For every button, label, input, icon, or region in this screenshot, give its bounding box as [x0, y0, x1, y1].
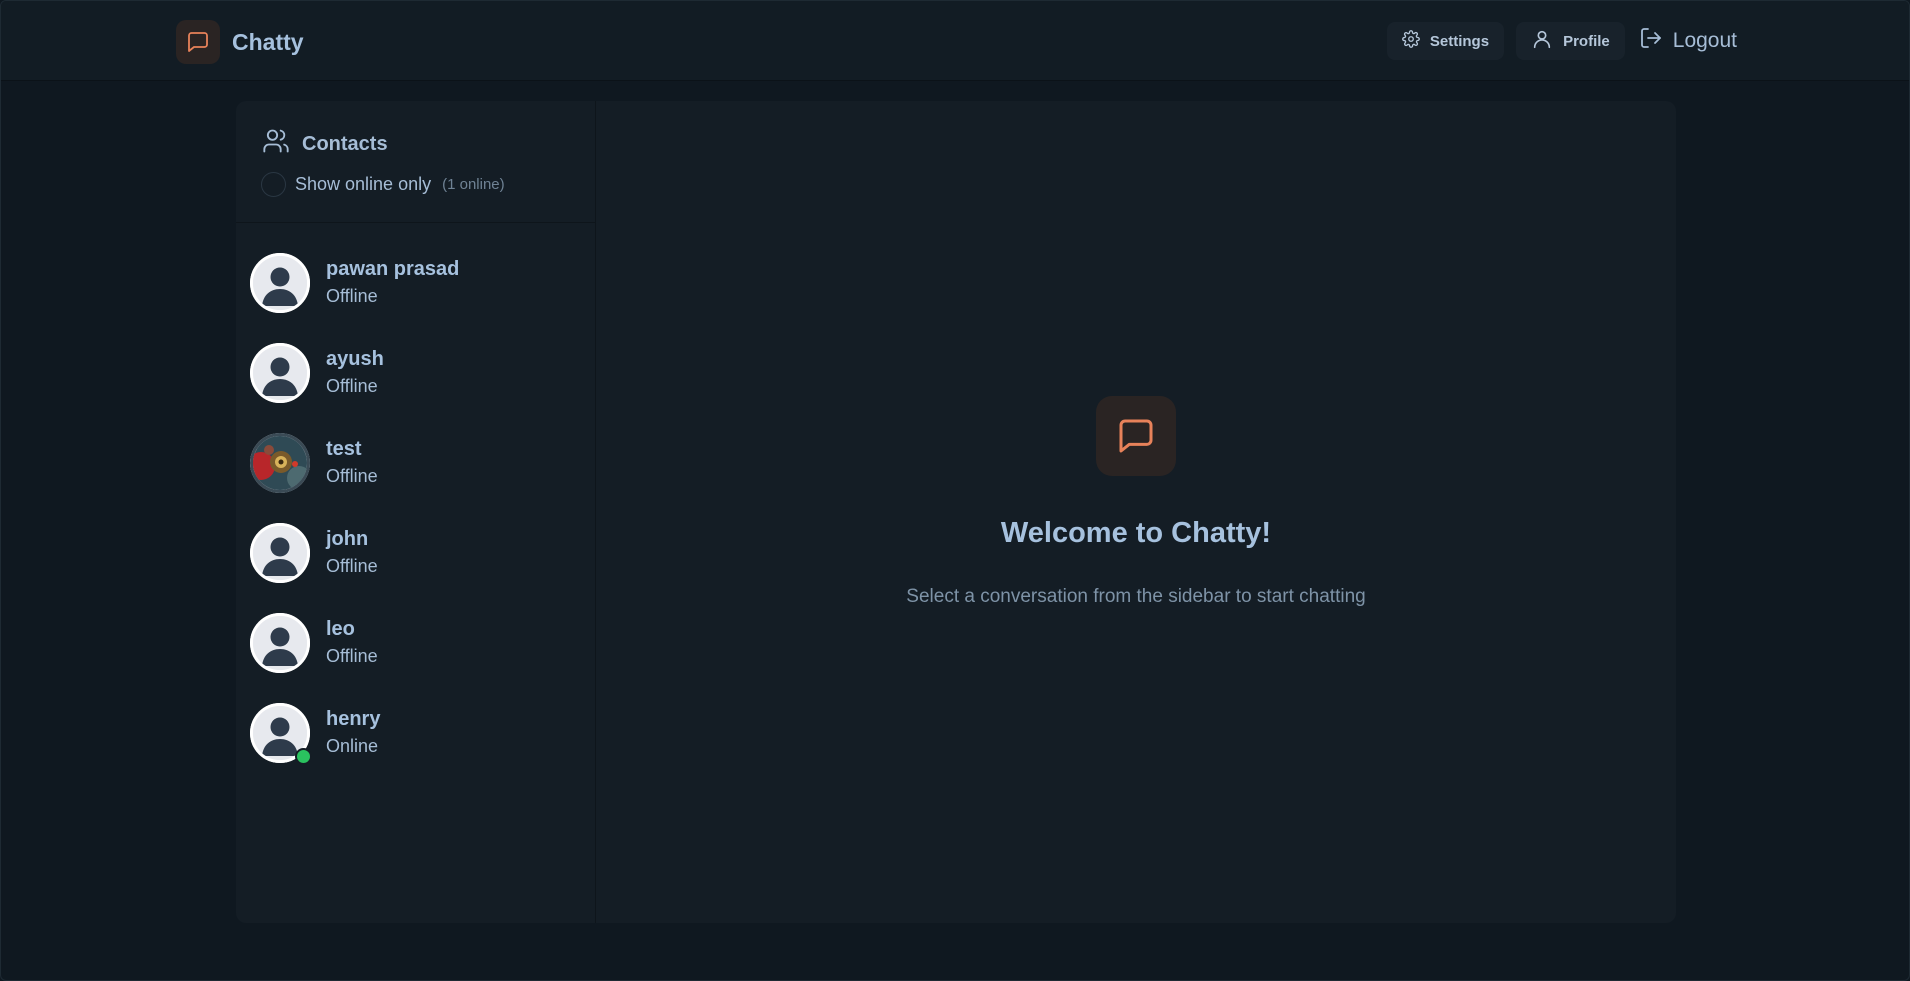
avatar	[250, 523, 310, 583]
sidebar-header: Contacts Show online only (1 online)	[236, 101, 595, 223]
avatar	[250, 613, 310, 673]
header-nav: Settings Profile Logout	[1386, 22, 1737, 60]
profile-button[interactable]: Profile	[1516, 22, 1625, 60]
contact-name: pawan prasad	[326, 258, 460, 280]
default-avatar-icon	[253, 256, 307, 310]
contacts-heading: Contacts	[262, 127, 388, 161]
user-icon	[1531, 28, 1553, 54]
avatar	[250, 343, 310, 403]
avatar	[250, 433, 310, 493]
welcome-title: Welcome to Chatty!	[1000, 517, 1272, 549]
photo-avatar-icon	[253, 436, 307, 490]
contact-status: Offline	[326, 286, 378, 306]
contact-name: leo	[326, 618, 355, 640]
logout-label: Logout	[1672, 29, 1737, 52]
contacts-title: Contacts	[302, 132, 388, 155]
app-name: Chatty	[232, 28, 304, 55]
online-count: (1 online)	[442, 176, 505, 193]
profile-label: Profile	[1563, 32, 1610, 50]
contact-item[interactable]: pawan prasad Offline	[236, 243, 595, 333]
contact-name: ayush	[326, 348, 384, 370]
contact-status: Online	[326, 736, 379, 756]
chat-bubble-icon	[1096, 396, 1176, 476]
gear-icon	[1402, 30, 1420, 52]
contact-name: henry	[326, 708, 381, 730]
online-indicator	[295, 748, 312, 765]
logout-button[interactable]: Logout	[1637, 22, 1737, 60]
contact-item[interactable]: john Offline	[236, 513, 595, 603]
contact-status: Offline	[326, 556, 378, 576]
contact-item[interactable]: leo Offline	[236, 603, 595, 693]
contact-item[interactable]: henry Online	[236, 693, 595, 783]
settings-label: Settings	[1429, 32, 1490, 50]
logout-icon	[1639, 26, 1663, 56]
avatar	[250, 253, 310, 313]
default-avatar-icon	[253, 526, 307, 580]
top-navbar: Chatty Settings Profile Logout	[1, 1, 1909, 81]
default-avatar-icon	[253, 346, 307, 400]
contact-status: Offline	[326, 646, 378, 666]
online-filter[interactable]: Show online only (1 online)	[261, 172, 505, 197]
app-window: Chatty Settings Profile Logout Contacts …	[0, 0, 1910, 981]
default-avatar-icon	[253, 616, 307, 670]
chat-bubble-icon	[176, 20, 220, 64]
welcome-subtitle: Select a conversation from the sidebar t…	[906, 586, 1366, 607]
settings-button[interactable]: Settings	[1386, 22, 1505, 60]
contacts-sidebar: Contacts Show online only (1 online) paw…	[236, 101, 596, 923]
users-icon	[262, 127, 290, 161]
contact-item[interactable]: test Offline	[236, 423, 595, 513]
online-only-checkbox[interactable]	[261, 172, 286, 197]
brand-link[interactable]: Chatty	[176, 20, 304, 64]
contact-name: test	[326, 438, 362, 460]
contact-item[interactable]: ayush Offline	[236, 333, 595, 423]
contact-status: Offline	[326, 466, 378, 486]
contact-name: john	[326, 528, 369, 550]
avatar	[250, 703, 312, 765]
chat-panel: Contacts Show online only (1 online) paw…	[236, 101, 1676, 923]
online-only-label: Show online only	[295, 174, 432, 194]
welcome-screen: Welcome to Chatty! Select a conversation…	[596, 101, 1676, 923]
contact-status: Offline	[326, 376, 378, 396]
contact-list: pawan prasad Offline ayush Offline test …	[236, 243, 595, 783]
